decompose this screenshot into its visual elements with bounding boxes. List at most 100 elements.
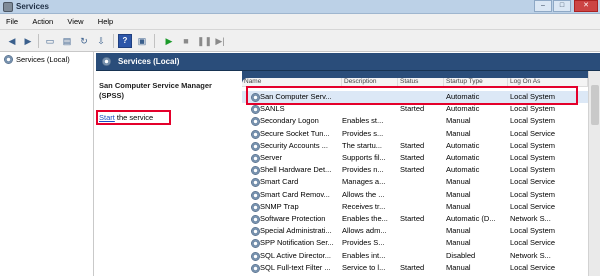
service-gear-icon: [251, 202, 260, 212]
row-name: SQL Active Director...: [260, 250, 331, 260]
navigation-tree: Services (Local): [0, 52, 94, 276]
row-startup: Manual: [446, 262, 471, 272]
row-name: Secondary Logon: [260, 116, 319, 126]
selected-row-highlight-box: [246, 86, 578, 105]
row-startup: Manual: [446, 189, 471, 199]
menu-view[interactable]: View: [61, 14, 89, 29]
row-status: Started: [400, 165, 425, 175]
row-description: Provides S...: [342, 238, 385, 248]
table-row[interactable]: Shell Hardware Det... Provides n... Starte…: [242, 164, 588, 176]
table-row[interactable]: Server Supports fil... Started Automatic Loc…: [242, 152, 588, 164]
table-row[interactable]: Security Accounts ... The startu... Starte…: [242, 140, 588, 152]
service-gear-icon: [251, 105, 260, 115]
row-logon: Local Service: [510, 201, 556, 211]
service-gear-icon: [251, 190, 260, 200]
row-startup: Manual: [446, 201, 471, 211]
table-row[interactable]: Secure Socket Tun... Provides s... Manual L…: [242, 128, 588, 140]
row-name: Secure Socket Tun...: [260, 128, 330, 138]
row-description: Manages a...: [342, 177, 386, 187]
service-gear-icon: [251, 117, 260, 127]
row-name: Smart Card Remov...: [260, 189, 330, 199]
row-startup: Automatic (D...: [446, 214, 496, 223]
row-logon: Local System: [510, 140, 556, 150]
row-description: Provides n...: [342, 165, 384, 175]
window-title: Services: [16, 2, 49, 11]
row-description: Allows adm...: [342, 226, 387, 236]
properties-icon[interactable]: ▤: [60, 34, 74, 48]
console-icon[interactable]: ▣: [135, 34, 149, 48]
service-gear-icon: [251, 263, 260, 273]
menu-action[interactable]: Action: [26, 14, 59, 29]
row-logon: Local System: [510, 226, 556, 236]
service-gear-icon: [251, 227, 260, 237]
table-row[interactable]: Software Protection Enables the... Started…: [242, 213, 588, 225]
description-panel: San Computer Service Manager (SPSS) Star…: [96, 71, 242, 276]
stop-service-icon[interactable]: ■: [179, 34, 193, 48]
table-row[interactable]: Special Administrati... Allows adm... Manu…: [242, 225, 588, 237]
close-button[interactable]: ✕: [574, 0, 598, 12]
start-service-icon[interactable]: ▶: [162, 34, 176, 48]
start-service-link[interactable]: Start: [99, 113, 115, 122]
row-name: SNMP Trap: [260, 201, 299, 211]
row-status: Started: [400, 262, 425, 272]
maximize-button[interactable]: □: [553, 0, 571, 12]
row-status: Started: [400, 140, 425, 150]
row-name: Server: [260, 153, 283, 162]
row-logon: Network S...: [510, 250, 551, 260]
refresh-icon[interactable]: ↻: [77, 34, 91, 48]
table-row[interactable]: SPP Notification Ser... Provides S... Manu…: [242, 237, 588, 249]
start-service-line: Start the service: [99, 113, 153, 122]
menu-bar: File Action View Help: [0, 14, 600, 30]
row-name: Security Accounts ...: [260, 140, 328, 150]
tree-node-services-local[interactable]: Services (Local): [4, 55, 70, 64]
row-status: Started: [400, 214, 425, 223]
row-logon: Local System: [510, 165, 556, 175]
service-gear-icon: [251, 251, 260, 261]
pause-service-icon[interactable]: ❚❚: [196, 34, 212, 48]
row-name: Shell Hardware Det...: [260, 165, 332, 175]
row-logon: Local System: [510, 153, 556, 162]
row-name: SQL Full-text Filter ...: [260, 262, 331, 272]
row-startup: Manual: [446, 116, 471, 126]
toolbar-separator: [154, 34, 155, 48]
row-name: Software Protection: [260, 214, 326, 223]
service-gear-icon: [251, 215, 260, 224]
row-description: Provides s...: [342, 128, 384, 138]
menu-help[interactable]: Help: [92, 14, 119, 29]
row-startup: Manual: [446, 177, 471, 187]
table-row[interactable]: SNMP Trap Receives tr... Manual Local Servi…: [242, 201, 588, 213]
tree-node-label: Services (Local): [16, 55, 70, 64]
row-startup: Manual: [446, 226, 471, 236]
restart-service-icon[interactable]: ▶|: [213, 34, 227, 48]
services-window: Services – □ ✕ File Action View Help ◀ ▶…: [0, 0, 600, 276]
row-logon: Local Service: [510, 262, 556, 272]
export-list-icon[interactable]: ⇩: [94, 34, 108, 48]
table-row[interactable]: SQL Full-text Filter ... Service to l... S…: [242, 262, 588, 274]
services-gear-icon: [102, 57, 111, 66]
vertical-scrollbar[interactable]: [588, 71, 600, 276]
back-arrow-icon[interactable]: ◀: [5, 34, 19, 48]
row-logon: Local Service: [510, 128, 556, 138]
scrollbar-thumb[interactable]: [591, 85, 599, 125]
pane-header: Services (Local): [96, 53, 600, 71]
forward-arrow-icon[interactable]: ▶: [21, 34, 35, 48]
show-hide-tree-icon[interactable]: ▭: [43, 34, 57, 48]
row-startup: Automatic: [446, 165, 480, 175]
help-icon[interactable]: ?: [118, 34, 132, 48]
row-name: Special Administrati...: [260, 226, 332, 236]
table-row[interactable]: Smart Card Remov... Allows the ... Manual L…: [242, 189, 588, 201]
services-list: Name Description Status Startup Type Log…: [242, 78, 588, 276]
row-startup: Automatic: [446, 140, 480, 150]
toolbar-separator: [38, 34, 39, 48]
service-gear-icon: [251, 178, 260, 188]
row-description: Enables the...: [342, 214, 388, 223]
table-row[interactable]: Smart Card Manages a... Manual Local Servic…: [242, 176, 588, 188]
table-row[interactable]: SQL Active Director... Enables int... Disa…: [242, 250, 588, 262]
service-gear-icon: [251, 154, 260, 163]
toolbar-separator: [113, 34, 114, 48]
menu-file[interactable]: File: [0, 14, 24, 29]
services-gear-icon: [4, 55, 13, 64]
minimize-button[interactable]: –: [534, 0, 552, 12]
title-bar: Services – □ ✕: [0, 0, 600, 14]
table-row[interactable]: Secondary Logon Enables st... Manual Local …: [242, 115, 588, 127]
